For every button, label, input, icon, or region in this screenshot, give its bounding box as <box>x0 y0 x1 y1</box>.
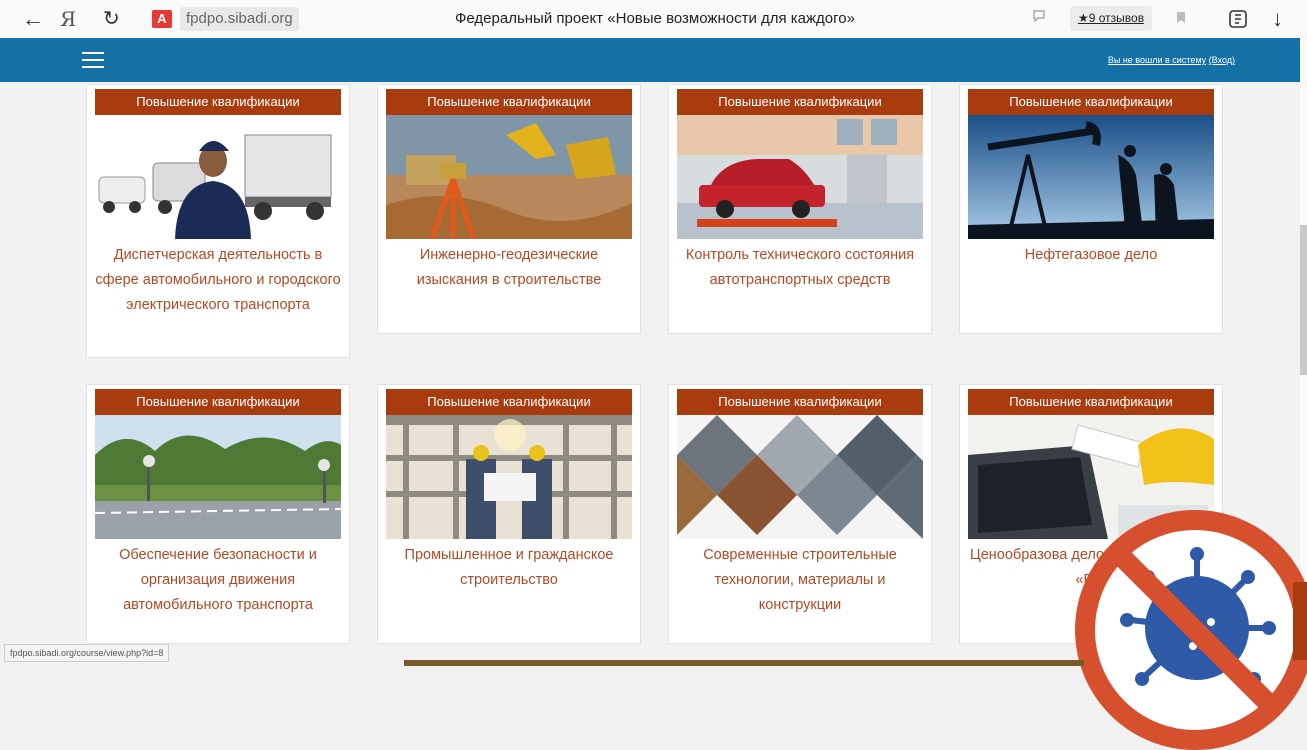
course-card[interactable]: Повышение квалификации Контроль техничес… <box>668 84 932 334</box>
course-card[interactable]: Повышение квалификации Нефтегазовое дело <box>959 84 1223 334</box>
course-badge: Повышение квалификации <box>677 89 923 115</box>
course-image-materials[interactable] <box>677 415 923 539</box>
course-title[interactable]: Нефтегазовое дело <box>966 243 1216 268</box>
course-card[interactable]: Повышение квалификации Современные строи… <box>668 384 932 644</box>
course-card[interactable]: Повышение квалификации Инженерно-геодези… <box>377 84 641 334</box>
course-card[interactable]: Повышение квалификации Обеспечение безоп… <box>86 384 350 644</box>
course-title[interactable]: Современные строительные технологии, мат… <box>675 543 925 618</box>
course-badge: Повышение квалификации <box>95 89 341 115</box>
reviews-button[interactable]: ★9 отзывов <box>1070 6 1153 31</box>
hamburger-menu-icon[interactable] <box>82 52 104 68</box>
course-badge: Повышение квалификации <box>968 389 1214 415</box>
course-title[interactable]: Промышленное и гражданское строительство <box>384 543 634 593</box>
reviews-label: ★9 отзывов <box>1078 11 1145 25</box>
course-image-oil-gas[interactable] <box>968 115 1214 239</box>
login-status: Вы не вошли в систему (Вход) <box>1108 55 1235 65</box>
bottom-banner-strip <box>404 660 1084 666</box>
reload-icon[interactable]: ↻ <box>103 0 120 38</box>
course-badge: Повышение квалификации <box>968 89 1214 115</box>
course-badge: Повышение квалификации <box>386 389 632 415</box>
scrollbar-thumb[interactable] <box>1300 225 1307 375</box>
course-image-geodesy[interactable] <box>386 115 632 239</box>
course-badge: Повышение квалификации <box>95 389 341 415</box>
extensions-icon[interactable] <box>1228 0 1248 38</box>
course-image-road-safety[interactable] <box>95 415 341 539</box>
course-title[interactable]: Контроль технического состояния автотран… <box>675 243 925 293</box>
course-image-construction[interactable] <box>386 415 632 539</box>
no-virus-badge-icon[interactable] <box>1075 510 1307 750</box>
course-title[interactable]: Диспетчерская деятельность в сфере автом… <box>93 243 343 318</box>
address-bar[interactable]: fpdpo.sibadi.org <box>180 7 299 31</box>
login-text: Вы не вошли в систему <box>1107 55 1207 65</box>
course-card[interactable]: Повышение квалификации Диспетчерская дея… <box>86 84 350 358</box>
course-badge: Повышение квалификации <box>386 89 632 115</box>
download-icon[interactable]: ↓ <box>1272 0 1283 38</box>
login-link[interactable]: (Вход) <box>1209 55 1235 65</box>
status-url: fpdpo.sibadi.org/course/view.php?id=8 <box>4 644 170 662</box>
warning-icon[interactable]: A <box>152 10 172 28</box>
back-arrow-icon[interactable]: ← <box>22 0 44 38</box>
page-title: Федеральный проект «Новые возможности дл… <box>455 10 855 27</box>
chat-bubble-icon[interactable] <box>1032 0 1046 38</box>
bookmark-icon[interactable] <box>1176 0 1186 38</box>
course-badge: Повышение квалификации <box>677 389 923 415</box>
virus-side-label <box>1293 582 1307 660</box>
site-header: Вы не вошли в систему (Вход) <box>0 38 1300 82</box>
course-title[interactable]: Обеспечение безопасности и организация д… <box>93 543 343 618</box>
yandex-logo-icon[interactable]: Я <box>60 0 76 38</box>
course-title[interactable]: Инженерно-геодезические изыскания в стро… <box>384 243 634 293</box>
browser-toolbar: ← Я ↻ A fpdpo.sibadi.org Федеральный про… <box>0 0 1307 39</box>
course-card[interactable]: Повышение квалификации Промышленное и гр… <box>377 384 641 644</box>
course-image-dispatcher[interactable] <box>95 115 341 239</box>
course-image-car-inspection[interactable] <box>677 115 923 239</box>
